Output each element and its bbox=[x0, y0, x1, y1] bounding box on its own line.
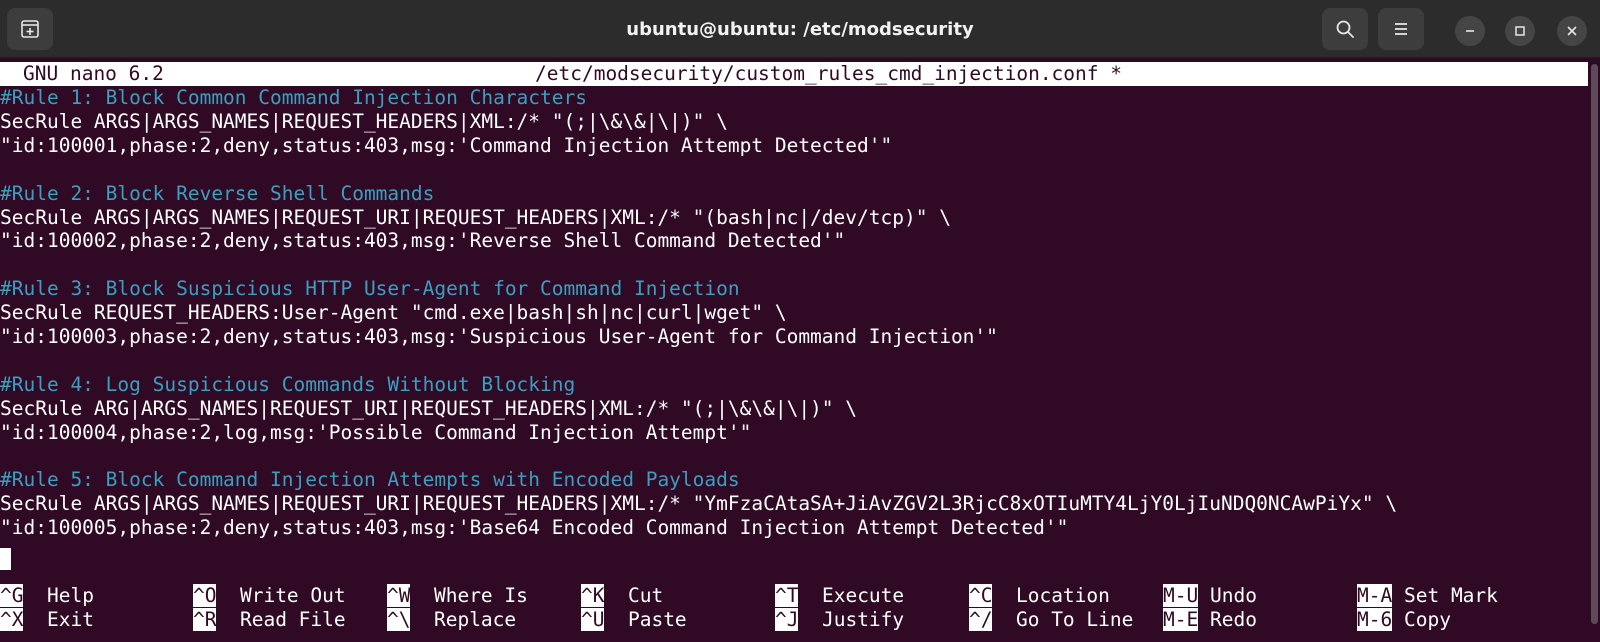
shortcut-go-to-line[interactable]: ^/ Go To Line bbox=[969, 608, 1133, 632]
shortcut-label: Go To Line bbox=[1015, 608, 1134, 631]
shortcut-key: ^G bbox=[0, 584, 24, 607]
shortcut-label: Exit bbox=[46, 608, 94, 631]
shortcut-help[interactable]: ^G Help bbox=[0, 584, 94, 608]
shortcut-key: ^R bbox=[193, 608, 217, 631]
shortcut-read-file[interactable]: ^R Read File bbox=[193, 608, 346, 632]
comment-line: #Rule 2: Block Reverse Shell Commands bbox=[0, 181, 435, 205]
shortcut-key: ^O bbox=[193, 584, 217, 607]
shortcut-key: ^T bbox=[775, 584, 799, 607]
code-line: SecRule ARGS|ARGS_NAMES|REQUEST_HEADERS|… bbox=[0, 109, 728, 133]
shortcut-undo[interactable]: M-U Undo bbox=[1163, 584, 1257, 608]
shortcut-key: M-A bbox=[1357, 584, 1393, 607]
comment-line: #Rule 1: Block Common Command Injection … bbox=[0, 86, 587, 109]
window-titlebar: ubuntu@ubuntu: /etc/modsecurity bbox=[0, 0, 1600, 58]
minimize-button[interactable] bbox=[1455, 16, 1485, 46]
shortcut-replace[interactable]: ^\ Replace bbox=[387, 608, 516, 632]
shortcut-copy[interactable]: M-6 Copy bbox=[1357, 608, 1451, 632]
shortcut-key: M-6 bbox=[1357, 608, 1393, 631]
shortcut-label: Set Mark bbox=[1403, 584, 1498, 607]
shortcut-label: Copy bbox=[1403, 608, 1451, 631]
close-button[interactable] bbox=[1557, 16, 1587, 46]
comment-line: #Rule 3: Block Suspicious HTTP User-Agen… bbox=[0, 277, 740, 301]
code-line: SecRule ARGS|ARGS_NAMES|REQUEST_URI|REQU… bbox=[0, 205, 951, 229]
shortcut-execute[interactable]: ^T Execute bbox=[775, 584, 904, 608]
shortcut-label: Write Out bbox=[239, 584, 346, 607]
shortcut-key: M-E bbox=[1163, 608, 1199, 631]
shortcut-label: Cut bbox=[627, 584, 664, 607]
code-line: "id:100004,phase:2,log,msg:'Possible Com… bbox=[0, 420, 752, 444]
shortcut-label: Replace bbox=[433, 608, 517, 631]
code-line: SecRule REQUEST_HEADERS:User-Agent "cmd.… bbox=[0, 301, 787, 325]
shortcut-label: Paste bbox=[627, 608, 687, 631]
shortcut-key: ^\ bbox=[387, 608, 411, 631]
shortcut-location[interactable]: ^C Location bbox=[969, 584, 1110, 608]
shortcut-where-is[interactable]: ^W Where Is bbox=[387, 584, 528, 608]
shortcut-label: Execute bbox=[821, 584, 905, 607]
comment-line: #Rule 5: Block Command Injection Attempt… bbox=[0, 468, 740, 492]
close-icon bbox=[1567, 26, 1577, 36]
shortcut-set-mark[interactable]: M-A Set Mark bbox=[1357, 584, 1498, 608]
code-line: "id:100002,phase:2,deny,status:403,msg:'… bbox=[0, 229, 846, 253]
nano-version: GNU nano 6.2 bbox=[23, 62, 164, 85]
terminal-area[interactable]: GNU nano 6.2 /etc/modsecurity/custom_rul… bbox=[0, 58, 1600, 642]
shortcut-label: Location bbox=[1015, 584, 1110, 607]
comment-line: #Rule 4: Log Suspicious Commands Without… bbox=[0, 372, 576, 396]
nano-header-bar: GNU nano 6.2 /etc/modsecurity/custom_rul… bbox=[0, 62, 1588, 86]
shortcut-key: ^U bbox=[581, 608, 605, 631]
shortcut-label: Where Is bbox=[433, 584, 528, 607]
shortcut-label: Undo bbox=[1209, 584, 1257, 607]
maximize-icon bbox=[1515, 26, 1525, 36]
shortcut-exit[interactable]: ^X Exit bbox=[0, 608, 94, 632]
shortcut-key: ^W bbox=[387, 584, 411, 607]
text-cursor bbox=[0, 548, 11, 570]
search-button[interactable] bbox=[1322, 8, 1368, 50]
shortcut-label: Help bbox=[46, 584, 94, 607]
shortcut-label: Justify bbox=[821, 608, 905, 631]
shortcut-label: Read File bbox=[239, 608, 346, 631]
shortcut-paste[interactable]: ^U Paste bbox=[581, 608, 687, 632]
code-line: "id:100001,phase:2,deny,status:403,msg:'… bbox=[0, 133, 893, 157]
maximize-button[interactable] bbox=[1505, 16, 1535, 46]
menu-button[interactable] bbox=[1378, 8, 1424, 50]
shortcut-write-out[interactable]: ^O Write Out bbox=[193, 584, 346, 608]
shortcut-key: ^X bbox=[0, 608, 24, 631]
code-line: SecRule ARG|ARGS_NAMES|REQUEST_URI|REQUE… bbox=[0, 396, 858, 420]
shortcut-key: ^/ bbox=[969, 608, 993, 631]
shortcut-key: ^C bbox=[969, 584, 993, 607]
shortcut-label: Redo bbox=[1209, 608, 1257, 631]
hamburger-menu-icon bbox=[1395, 23, 1407, 35]
shortcut-key: ^J bbox=[775, 608, 799, 631]
scrollbar[interactable] bbox=[1591, 64, 1598, 624]
shortcut-redo[interactable]: M-E Redo bbox=[1163, 608, 1257, 632]
shortcut-justify[interactable]: ^J Justify bbox=[775, 608, 904, 632]
code-line: "id:100003,phase:2,deny,status:403,msg:'… bbox=[0, 325, 998, 348]
shortcut-cut[interactable]: ^K Cut bbox=[581, 584, 663, 608]
search-icon bbox=[1336, 20, 1354, 38]
nano-filename: /etc/modsecurity/custom_rules_cmd_inject… bbox=[535, 62, 1122, 85]
code-line: SecRule ARGS|ARGS_NAMES|REQUEST_URI|REQU… bbox=[0, 492, 1398, 516]
shortcut-key: M-U bbox=[1163, 584, 1199, 607]
minimize-icon bbox=[1466, 30, 1474, 32]
code-line: "id:100005,phase:2,deny,status:403,msg:'… bbox=[0, 516, 1069, 540]
shortcut-key: ^K bbox=[581, 584, 605, 607]
